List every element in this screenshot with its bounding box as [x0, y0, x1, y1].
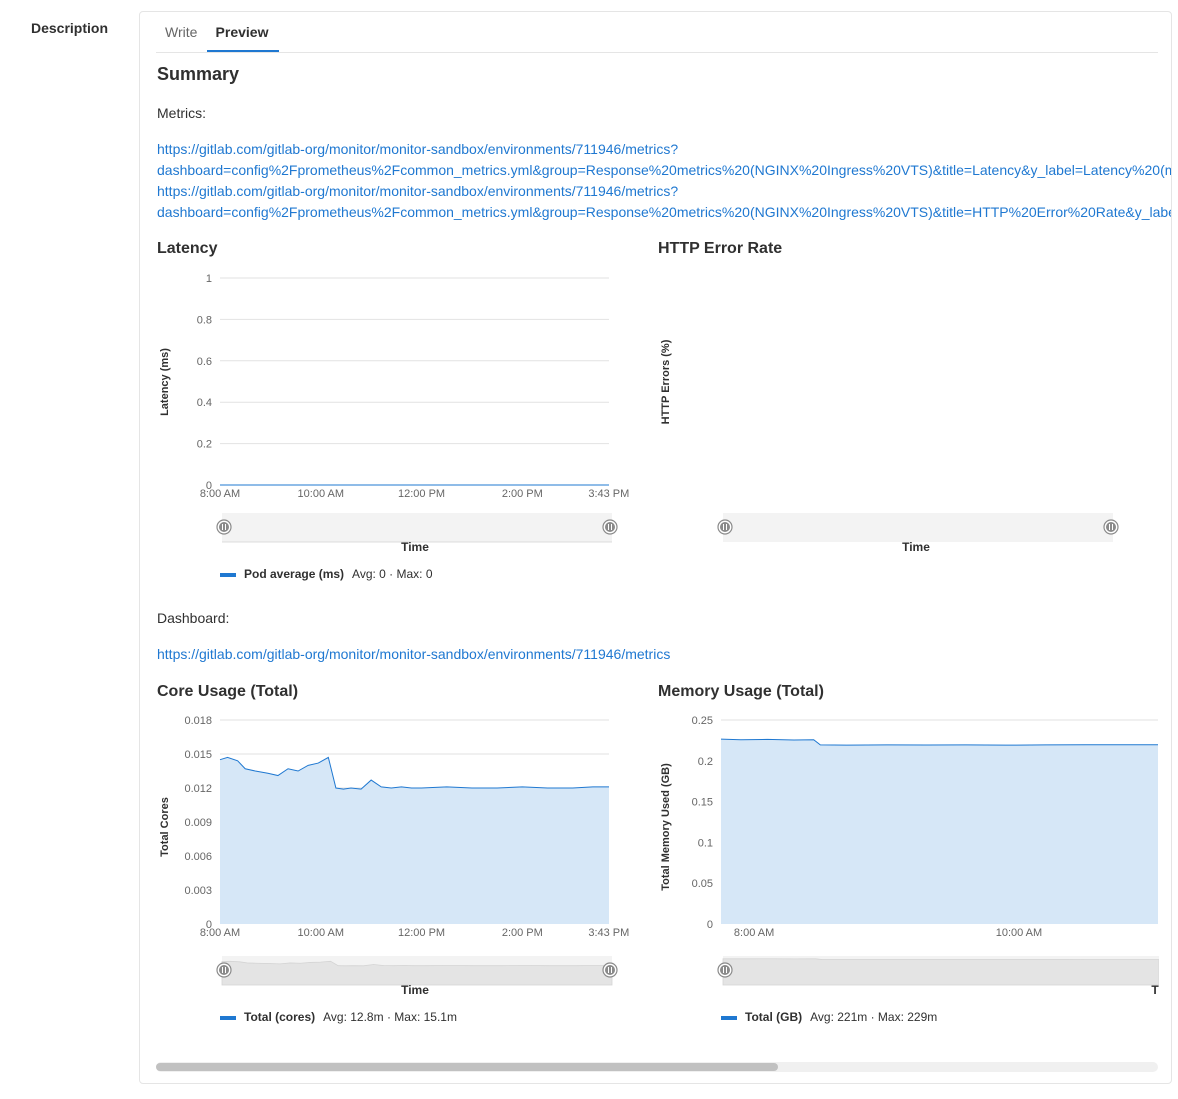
chart-1-zoom-handle-end[interactable] — [1104, 520, 1118, 534]
chart-0-legend-name: Pod average (ms) — [244, 567, 344, 581]
chart-3-x-axis-label: T — [1151, 983, 1159, 997]
chart-2-series-area — [220, 757, 609, 924]
chart-2-zoom-handle-end[interactable] — [603, 963, 617, 977]
chart-0-y-tick-label: 0.4 — [197, 397, 212, 409]
dashboard-label: Dashboard: — [157, 610, 229, 626]
chart-0-zoom-handle-start-knob — [219, 522, 229, 532]
chart-0-x-tick-label: 8:00 AM — [200, 488, 240, 500]
chart-2-y-axis-label: Total Cores — [159, 797, 171, 857]
editor-tabs: Write Preview — [156, 12, 1158, 53]
chart-0-x-tick-label: 2:00 PM — [502, 488, 543, 500]
chart-1-zoom-slider — [723, 513, 1113, 542]
chart-2-x-tick-label: 12:00 PM — [398, 927, 445, 939]
chart-2-legend-swatch — [220, 1016, 236, 1020]
chart-0-zoom-slider — [222, 513, 612, 542]
tab-preview-label: Preview — [216, 24, 269, 40]
summary-heading: Summary — [157, 64, 239, 85]
tab-preview[interactable]: Preview — [207, 24, 279, 52]
chart-1-y-axis-label: HTTP Errors (%) — [660, 339, 672, 424]
chart-2-zoom-handle-start[interactable] — [217, 963, 231, 977]
chart-0-y-tick-label: 0.6 — [197, 356, 212, 368]
chart-2-x-tick-label: 10:00 AM — [298, 927, 344, 939]
chart-2-x-tick-label: 3:43 PM — [588, 927, 629, 939]
chart-2-y-tick-label: 0.015 — [184, 749, 212, 761]
chart-0-legend-swatch — [220, 573, 236, 577]
chart-3-zoom-handle-start[interactable] — [718, 963, 732, 977]
http-error-rate-metric-link[interactable]: https://gitlab.com/gitlab-org/monitor/mo… — [157, 183, 1172, 220]
memory-usage-chart: Total Memory Used (GB) 0 0.05 0.1 0.15 0.2 0.2… — [641, 705, 1159, 1035]
chart-1-zoom-handle-end-knob — [1106, 522, 1116, 532]
chart-0-y-tick-label: 0.2 — [197, 439, 212, 451]
chart-3-x-tick-label: 8:00 AM — [734, 927, 774, 939]
chart-3-y-tick-label: 0.25 — [692, 715, 713, 727]
chart-1-zoom-handle-start[interactable] — [718, 520, 732, 534]
chart-0-legend-stats: Avg: 0 · Max: 0 — [352, 567, 433, 581]
chart-0-y-tick-label: 1 — [206, 273, 212, 285]
chart-0-y-axis-label: Latency (ms) — [159, 348, 171, 416]
chart-0-zoom-handle-end[interactable] — [603, 520, 617, 534]
chart-2-zoom-handle-start-knob — [219, 965, 229, 975]
description-label: Description — [31, 20, 108, 36]
chart-3-y-axis-label: Total Memory Used (GB) — [660, 763, 672, 891]
metrics-links-paragraph: https://gitlab.com/gitlab-org/monitor/mo… — [157, 139, 1158, 223]
horizontal-scrollbar[interactable] — [156, 1062, 1158, 1072]
chart-0-x-axis-label: Time — [401, 540, 429, 554]
dashboard-link[interactable]: https://gitlab.com/gitlab-org/monitor/mo… — [157, 646, 670, 662]
chart-3-legend-swatch — [721, 1016, 737, 1020]
chart-3-legend-stats: Avg: 221m · Max: 229m — [810, 1010, 937, 1024]
chart-0-y-tick-label: 0.8 — [197, 314, 212, 326]
chart-3-legend-name: Total (GB) — [745, 1010, 802, 1024]
chart-2-y-tick-label: 0.009 — [184, 817, 212, 829]
horizontal-scrollbar-thumb[interactable] — [156, 1063, 778, 1071]
chart-3-y-tick-label: 0.2 — [698, 756, 713, 768]
http-error-rate-chart-title: HTTP Error Rate — [658, 240, 782, 258]
chart-2-y-tick-label: 0.003 — [184, 885, 212, 897]
chart-3-y-tick-label: 0 — [707, 919, 713, 931]
chart-3-zoom-handle-start-knob — [720, 965, 730, 975]
chart-2-y-tick-label: 0.006 — [184, 851, 212, 863]
chart-2-x-axis-label: Time — [401, 983, 429, 997]
chart-1-x-axis-label: Time — [902, 540, 930, 554]
chart-3-x-tick-label: 10:00 AM — [996, 927, 1042, 939]
chart-0-x-tick-label: 12:00 PM — [398, 488, 445, 500]
chart-2-x-tick-label: 2:00 PM — [502, 927, 543, 939]
chart-3-series-area — [721, 739, 1158, 924]
chart-3-y-tick-label: 0.1 — [698, 837, 713, 849]
tab-write[interactable]: Write — [165, 24, 197, 50]
core-usage-chart: Total Cores00.0030.0060.0090.0120.0150.0… — [140, 705, 640, 1035]
chart-2-x-tick-label: 8:00 AM — [200, 927, 240, 939]
chart-2-legend-name: Total (cores) — [244, 1010, 315, 1024]
chart-0-x-tick-label: 3:43 PM — [588, 488, 629, 500]
chart-2-zoom-handle-end-knob — [605, 965, 615, 975]
latency-chart: Latency (ms)00.20.40.60.818:00 AM10:00 A… — [140, 262, 640, 592]
latency-metric-link[interactable]: https://gitlab.com/gitlab-org/monitor/mo… — [157, 141, 1172, 178]
chart-3-y-tick-label: 0.15 — [692, 797, 713, 809]
chart-1-zoom-handle-start-knob — [720, 522, 730, 532]
chart-0-x-tick-label: 10:00 AM — [298, 488, 344, 500]
core-usage-chart-title: Core Usage (Total) — [157, 683, 298, 701]
chart-0-zoom-handle-start[interactable] — [217, 520, 231, 534]
metrics-label: Metrics: — [157, 105, 206, 121]
chart-3-zoom-preview — [723, 959, 1159, 985]
chart-2-legend-stats: Avg: 12.8m · Max: 15.1m — [323, 1010, 457, 1024]
http-error-rate-chart: HTTP Errors (%) Time — [641, 262, 1141, 592]
chart-2-y-tick-label: 0.018 — [184, 715, 212, 727]
chart-2-y-tick-label: 0.012 — [184, 783, 212, 795]
chart-0-zoom-handle-end-knob — [605, 522, 615, 532]
memory-usage-chart-title: Memory Usage (Total) — [658, 683, 824, 701]
latency-chart-title: Latency — [157, 240, 217, 258]
chart-3-y-tick-label: 0.05 — [692, 878, 713, 890]
